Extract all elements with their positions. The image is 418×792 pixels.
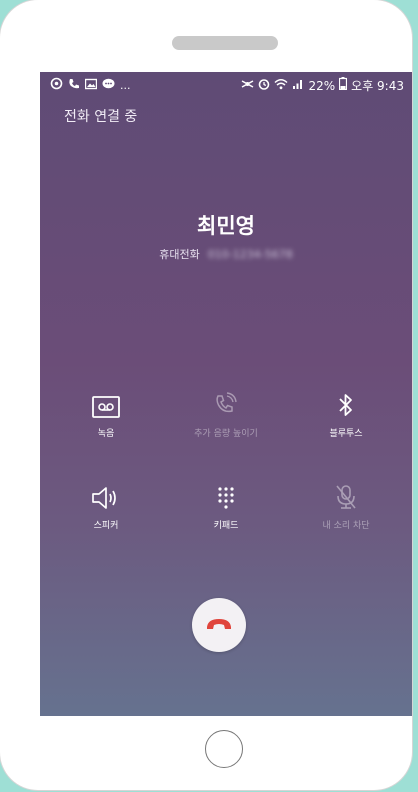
wifi-icon xyxy=(274,78,288,94)
volume-boost-label: 추가 음량 높이기 xyxy=(194,429,258,439)
status-right-icons: 22% 오후 9:43 xyxy=(241,77,404,94)
mute-button[interactable]: 내 소리 차단 xyxy=(284,476,408,531)
contact-number-row: 휴대전화 010-1234-5678 xyxy=(40,246,412,262)
bluetooth-icon xyxy=(284,384,408,418)
phone-icon xyxy=(68,78,80,94)
phone-number: 010-1234-5678 xyxy=(207,247,293,261)
message-icon xyxy=(102,78,115,94)
record-label: 녹음 xyxy=(97,429,115,439)
speaker-label: 스피커 xyxy=(93,521,119,531)
bluetooth-label: 블루투스 xyxy=(329,429,363,439)
keypad-button[interactable]: 키패드 xyxy=(164,476,288,531)
volume-boost-phone-icon xyxy=(164,384,288,418)
record-button[interactable]: 녹음 xyxy=(44,384,168,439)
status-left-icons: ... xyxy=(50,77,131,94)
status-bar: ... 22% 오후 9:43 xyxy=(40,72,412,98)
alarm-icon xyxy=(258,78,270,94)
call-screen: ... 22% 오후 9:43 전화 연결 중 최민영 휴대전화 010-123… xyxy=(40,72,412,716)
mute-label: 내 소리 차단 xyxy=(322,521,370,531)
status-time: 오후 9:43 xyxy=(351,79,404,93)
gallery-icon xyxy=(84,78,98,94)
notification-icon xyxy=(50,77,63,94)
battery-icon xyxy=(339,77,348,94)
end-call-icon xyxy=(205,616,233,635)
home-button[interactable] xyxy=(205,730,243,768)
mute-microphone-icon xyxy=(284,476,408,510)
speaker-button[interactable]: 스피커 xyxy=(44,476,168,531)
phone-speaker xyxy=(172,36,278,50)
speaker-icon xyxy=(44,476,168,510)
battery-percent: 22% xyxy=(308,78,336,93)
keypad-icon xyxy=(164,476,288,510)
contact-name: 최민영 xyxy=(197,214,255,238)
end-call-button[interactable] xyxy=(192,598,246,652)
phone-frame: ... 22% 오후 9:43 전화 연결 중 최민영 휴대전화 010-123… xyxy=(0,0,412,790)
bluetooth-button[interactable]: 블루투스 xyxy=(284,384,408,439)
signal-icon xyxy=(292,78,304,94)
volume-boost-button[interactable]: 추가 음량 높이기 xyxy=(164,384,288,439)
status-more: ... xyxy=(120,78,131,92)
voicemail-record-icon xyxy=(44,384,168,418)
keypad-label: 키패드 xyxy=(213,521,239,531)
number-type-label: 휴대전화 xyxy=(159,248,200,261)
nfc-icon xyxy=(241,78,254,94)
call-status-text: 전화 연결 중 xyxy=(64,109,138,125)
